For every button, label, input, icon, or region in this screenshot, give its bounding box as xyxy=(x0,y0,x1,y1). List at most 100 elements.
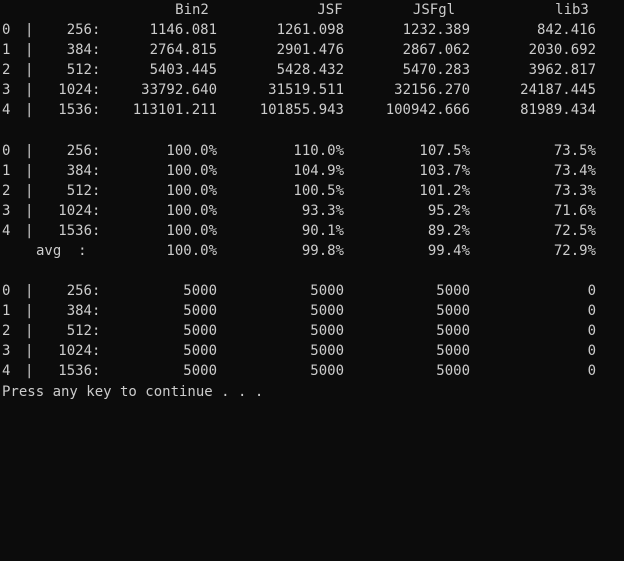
avg-jsf: 99.8% xyxy=(301,243,344,259)
value-jsfgl: 1232.389 xyxy=(402,22,470,38)
value-jsfgl: 5470.283 xyxy=(402,62,470,78)
percent-lib3: 71.6% xyxy=(553,203,596,219)
percent-jsfgl: 101.2% xyxy=(419,183,470,199)
percent-bin2: 100.0% xyxy=(166,143,217,159)
count-jsf: 5000 xyxy=(310,303,344,319)
row-colon: : xyxy=(92,183,101,199)
prompt-line: Press any key to continue . . . xyxy=(2,382,263,402)
row-colon: : xyxy=(92,102,101,118)
console-window[interactable]: Bin2 JSF JSFgl lib3 0 | 256 : 1146.081 1… xyxy=(0,0,624,411)
row-index: 1 xyxy=(2,303,11,319)
percent-bin2: 100.0% xyxy=(166,163,217,179)
row-colon: : xyxy=(92,363,101,379)
timing-row: 1 | 384 : 2764.815 2901.476 2867.062 203… xyxy=(2,40,596,60)
count-lib3: 0 xyxy=(587,303,596,319)
count-jsf: 5000 xyxy=(310,363,344,379)
value-bin2: 2764.815 xyxy=(149,42,217,58)
row-size: 384 xyxy=(66,303,92,319)
count-lib3: 0 xyxy=(587,343,596,359)
percent-lib3: 73.4% xyxy=(553,163,596,179)
percent-jsf: 93.3% xyxy=(301,203,344,219)
avg-lib3: 72.9% xyxy=(553,243,596,259)
count-row: 1 | 384 : 5000 5000 5000 0 xyxy=(2,301,596,321)
percent-jsf: 104.9% xyxy=(293,163,344,179)
avg-label: avg : xyxy=(36,243,87,259)
row-size: 512 xyxy=(66,62,92,78)
value-jsfgl: 2867.062 xyxy=(402,42,470,58)
count-jsfgl: 5000 xyxy=(436,343,470,359)
row-size: 384 xyxy=(66,42,92,58)
percent-jsfgl: 89.2% xyxy=(427,223,470,239)
row-colon: : xyxy=(92,62,101,78)
timing-row: 2 | 512 : 5403.445 5428.432 5470.283 396… xyxy=(2,60,596,80)
row-size: 1024 xyxy=(58,203,92,219)
value-jsf: 101855.943 xyxy=(259,102,344,118)
value-jsf: 5428.432 xyxy=(276,62,344,78)
percent-row: 4 | 1536 : 100.0% 90.1% 89.2% 72.5% xyxy=(2,221,596,241)
value-jsfgl: 100942.666 xyxy=(385,102,470,118)
percent-jsf: 110.0% xyxy=(293,143,344,159)
row-colon: : xyxy=(92,303,101,319)
row-separator: | xyxy=(25,82,34,98)
value-lib3: 24187.445 xyxy=(520,82,596,98)
percent-bin2: 100.0% xyxy=(166,183,217,199)
count-lib3: 0 xyxy=(587,323,596,339)
row-separator: | xyxy=(25,343,34,359)
row-size: 256 xyxy=(66,283,92,299)
percent-jsfgl: 103.7% xyxy=(419,163,470,179)
count-bin2: 5000 xyxy=(183,323,217,339)
row-separator: | xyxy=(25,323,34,339)
row-index: 4 xyxy=(2,363,11,379)
timing-row: 3 | 1024 : 33792.640 31519.511 32156.270… xyxy=(2,80,596,100)
row-index: 3 xyxy=(2,82,11,98)
count-bin2: 5000 xyxy=(183,303,217,319)
value-lib3: 842.416 xyxy=(536,22,596,38)
row-size: 1024 xyxy=(58,82,92,98)
value-bin2: 5403.445 xyxy=(149,62,217,78)
row-index: 3 xyxy=(2,203,11,219)
row-colon: : xyxy=(92,22,101,38)
row-separator: | xyxy=(25,283,34,299)
count-jsf: 5000 xyxy=(310,323,344,339)
row-index: 0 xyxy=(2,283,11,299)
row-colon: : xyxy=(92,343,101,359)
row-separator: | xyxy=(25,22,34,38)
count-bin2: 5000 xyxy=(183,283,217,299)
row-size: 512 xyxy=(66,323,92,339)
timing-row: 4 | 1536 : 113101.211 101855.943 100942.… xyxy=(2,100,596,120)
row-index: 2 xyxy=(2,62,11,78)
row-colon: : xyxy=(92,163,101,179)
row-colon: : xyxy=(92,42,101,58)
row-colon: : xyxy=(92,323,101,339)
percent-row: 3 | 1024 : 100.0% 93.3% 95.2% 71.6% xyxy=(2,201,596,221)
row-size: 512 xyxy=(66,183,92,199)
row-size: 1536 xyxy=(58,102,92,118)
count-row: 0 | 256 : 5000 5000 5000 0 xyxy=(2,281,596,301)
value-lib3: 81989.434 xyxy=(520,102,596,118)
percent-jsf: 90.1% xyxy=(301,223,344,239)
row-colon: : xyxy=(92,223,101,239)
row-index: 4 xyxy=(2,102,11,118)
count-row: 4 | 1536 : 5000 5000 5000 0 xyxy=(2,361,596,381)
count-jsfgl: 5000 xyxy=(436,283,470,299)
row-size: 1024 xyxy=(58,343,92,359)
row-separator: | xyxy=(25,203,34,219)
percent-lib3: 73.5% xyxy=(553,143,596,159)
count-lib3: 0 xyxy=(587,283,596,299)
count-jsfgl: 5000 xyxy=(436,323,470,339)
value-lib3: 2030.692 xyxy=(528,42,596,58)
value-bin2: 33792.640 xyxy=(141,82,217,98)
count-bin2: 5000 xyxy=(183,363,217,379)
row-colon: : xyxy=(92,283,101,299)
row-separator: | xyxy=(25,223,34,239)
row-size: 1536 xyxy=(58,363,92,379)
timing-row: 0 | 256 : 1146.081 1261.098 1232.389 842… xyxy=(2,20,596,40)
avg-jsfgl: 99.4% xyxy=(427,243,470,259)
percent-lib3: 72.5% xyxy=(553,223,596,239)
percent-row: 0 | 256 : 100.0% 110.0% 107.5% 73.5% xyxy=(2,141,596,161)
row-index: 0 xyxy=(2,22,11,38)
count-row: 2 | 512 : 5000 5000 5000 0 xyxy=(2,321,596,341)
row-index: 1 xyxy=(2,42,11,58)
count-jsf: 5000 xyxy=(310,283,344,299)
count-jsfgl: 5000 xyxy=(436,303,470,319)
